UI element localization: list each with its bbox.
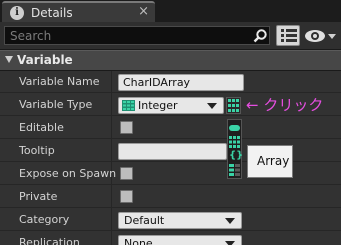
category-dropdown[interactable]: Default [118, 212, 242, 229]
variable-name-input[interactable]: CharIDArray [118, 74, 244, 91]
section-title: Variable [17, 53, 73, 67]
array-tooltip-text: Array [257, 154, 290, 168]
search-input[interactable]: Search [4, 26, 270, 45]
tab-bar: i Details × [0, 0, 341, 22]
chevron-down-icon [225, 218, 235, 224]
tab-details[interactable]: i Details × [2, 1, 155, 22]
label-expose-on-spawn: Expose on Spawn [19, 167, 117, 180]
label-tooltip: Tooltip [19, 144, 55, 157]
label-category: Category [19, 213, 70, 226]
tooltip-input[interactable] [118, 143, 227, 160]
row-variable-name: Variable Name CharIDArray [0, 71, 341, 93]
search-placeholder: Search [10, 29, 52, 43]
grid-view-icon [281, 29, 297, 42]
info-icon: i [10, 6, 24, 20]
search-icon[interactable] [253, 29, 267, 43]
close-icon[interactable]: × [138, 4, 149, 19]
label-replication: Replication [19, 236, 80, 245]
variable-type-dropdown[interactable]: Integer [118, 97, 224, 114]
view-options-button[interactable] [276, 25, 300, 46]
label-variable-type: Variable Type [19, 98, 93, 111]
container-type-menu: {} [227, 119, 243, 179]
toolbar: Search [0, 22, 341, 49]
chevron-down-icon [207, 103, 217, 109]
tab-title: Details [31, 6, 73, 20]
row-replication: Replication None [0, 232, 341, 245]
chevron-down-icon [225, 241, 235, 245]
label-editable: Editable [19, 121, 64, 134]
section-variable-header[interactable]: Variable [0, 50, 341, 70]
array-tooltip: Array [247, 145, 293, 178]
replication-value: None [124, 237, 153, 245]
row-category: Category Default [0, 209, 341, 231]
collapse-arrow-icon [5, 56, 13, 63]
label-private: Private [19, 190, 58, 203]
single-icon[interactable] [229, 122, 240, 134]
array-icon[interactable] [229, 136, 240, 148]
map-icon[interactable] [229, 164, 240, 176]
replication-dropdown[interactable]: None [118, 235, 242, 245]
row-editable: Editable [0, 117, 341, 139]
eye-icon[interactable] [304, 27, 337, 45]
category-value: Default [124, 214, 165, 227]
label-variable-name: Variable Name [19, 75, 100, 88]
set-icon[interactable]: {} [229, 150, 243, 162]
variable-name-value: CharIDArray [123, 76, 191, 89]
variable-type-value: Integer [138, 99, 178, 112]
editable-checkbox[interactable] [120, 121, 133, 134]
annotation-callout: ← クリック [246, 96, 324, 114]
row-private: Private [0, 186, 341, 208]
container-type-button[interactable] [226, 97, 241, 114]
array-grid-icon [122, 100, 135, 111]
array-icon [228, 99, 239, 112]
private-checkbox[interactable] [120, 190, 133, 203]
expose-on-spawn-checkbox[interactable] [120, 167, 133, 180]
